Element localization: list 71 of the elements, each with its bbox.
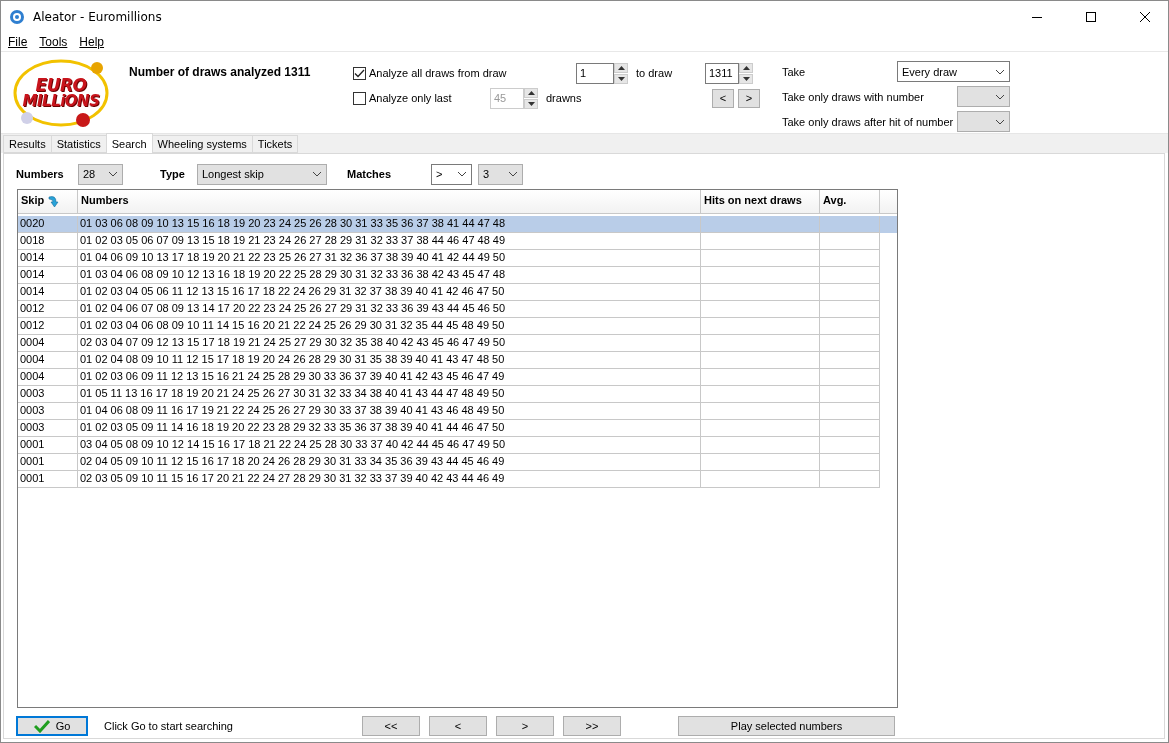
spin-up-button[interactable]	[614, 62, 628, 73]
spin-up-button[interactable]	[739, 62, 753, 73]
number-field[interactable]: 1	[576, 62, 614, 84]
maximize-icon	[1086, 12, 1096, 22]
minimize-icon	[1032, 16, 1042, 18]
table-row[interactable]: 0020 01 03 06 08 09 10 13 15 16 18 19 20 23 24 25 26 28 30 31 33 35 36 37 38 41 44 47 48	[18, 216, 897, 233]
spin-down-button[interactable]	[614, 73, 628, 84]
take-label: Take only draws with number	[782, 90, 924, 103]
window-title: Aleator - Euromillions	[33, 10, 163, 24]
app-icon	[9, 9, 25, 25]
numbers-label: Numbers	[16, 168, 65, 180]
type-dropdown[interactable]: Longest skip	[197, 163, 327, 185]
column-header[interactable]: Hits on next draws	[701, 190, 820, 213]
play-button[interactable]: Play selected numbers	[678, 716, 895, 736]
skip-cell: 0001	[18, 471, 78, 488]
column-header[interactable]: Skip	[18, 190, 78, 213]
numbers-cell: 02 03 05 09 10 11 15 16 17 20 21 22 24 27 28 29 30 31 32 33 37 39 40 42 43 44 46 49	[78, 471, 701, 488]
up-arrow-icon	[527, 90, 535, 95]
go-button[interactable]: Go	[16, 716, 88, 736]
chevron-down-icon	[995, 118, 1005, 125]
chevron-down-icon	[508, 171, 518, 177]
page-nav-button[interactable]: >>	[563, 716, 621, 736]
page-nav-button[interactable]: >	[496, 716, 554, 736]
tab[interactable]: Wheeling systems	[151, 135, 253, 153]
summary-text: Number of draws analyzed 1311	[129, 65, 312, 81]
dropdown[interactable]: Every draw	[897, 61, 1010, 82]
number-field[interactable]: 1311	[705, 62, 739, 84]
type-label: Type	[160, 168, 186, 180]
up-arrow-icon	[617, 65, 625, 70]
page-nav-button[interactable]: <	[429, 716, 487, 736]
checkbox-label: Analyze only last	[369, 92, 452, 104]
spin-down-button[interactable]	[524, 98, 538, 109]
checkbox[interactable]	[353, 66, 366, 80]
chevron-down-icon	[457, 171, 467, 177]
operator-dropdown[interactable]: >	[431, 163, 472, 185]
menu-item[interactable]: Tools	[39, 35, 68, 49]
numbers-dropdown[interactable]: 28	[78, 163, 123, 185]
menu-item[interactable]: File	[8, 35, 28, 49]
checkbox-label: Analyze all draws from draw	[369, 67, 507, 79]
sort-arrow-icon	[47, 194, 62, 208]
checkmark-icon	[33, 719, 50, 733]
spin-down-button[interactable]	[739, 73, 753, 84]
chevron-down-icon	[312, 171, 322, 177]
next-button[interactable]: >	[738, 88, 760, 108]
take-label: Take only draws after hit of number	[782, 115, 954, 128]
tab[interactable]: Results	[3, 135, 52, 153]
hint-text: Click Go to start searching	[104, 720, 234, 732]
column-header[interactable]: Avg.	[820, 190, 880, 213]
to-draw-label: to draw	[636, 67, 674, 79]
page-nav-button[interactable]: <<	[362, 716, 420, 736]
down-arrow-icon	[527, 101, 535, 106]
down-arrow-icon	[742, 76, 750, 81]
spin-up-button[interactable]	[524, 87, 538, 98]
menu-item[interactable]: Help	[79, 35, 105, 49]
down-arrow-icon	[617, 76, 625, 81]
matches-label: Matches	[347, 168, 393, 180]
chevron-down-icon	[995, 93, 1005, 100]
drawns-label: drawns	[546, 92, 583, 104]
matches-dropdown[interactable]: 3	[478, 163, 523, 185]
checkbox[interactable]	[353, 91, 366, 105]
close-icon	[1140, 12, 1150, 22]
tab[interactable]: Statistics	[50, 135, 107, 153]
lottery-logo: EURO MILLiONS	[13, 58, 109, 128]
column-header[interactable]: Numbers	[78, 190, 701, 213]
chevron-down-icon	[108, 171, 118, 177]
previous-button[interactable]: <	[712, 88, 734, 108]
chevron-down-icon	[995, 68, 1005, 75]
tab[interactable]: Tickets	[251, 135, 299, 153]
take-label: Take	[782, 65, 806, 78]
up-arrow-icon	[742, 65, 750, 70]
tab[interactable]: Search	[105, 133, 153, 153]
